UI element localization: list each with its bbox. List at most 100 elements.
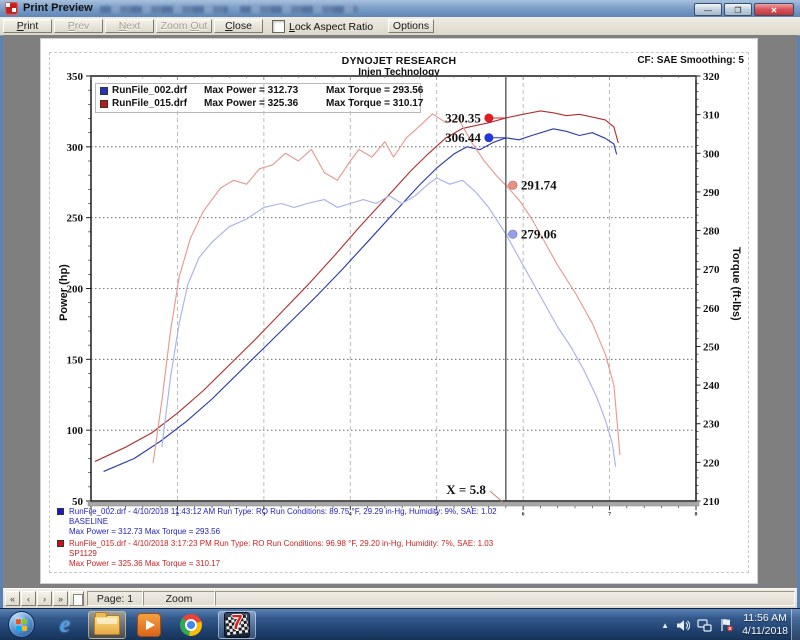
internet-explorer-icon: e — [60, 614, 71, 636]
svg-text:150: 150 — [67, 354, 84, 366]
svg-text:320: 320 — [703, 71, 720, 83]
svg-text:8: 8 — [695, 512, 698, 518]
start-button[interactable] — [8, 611, 35, 638]
run-annotation-baseline: RunFile_002.drf - 4/10/2018 11:43:12 AM … — [57, 507, 497, 537]
statusbar-empty-section — [215, 591, 795, 606]
legend-max-torque: Max Torque = 293.56 — [326, 85, 423, 96]
restore-button[interactable]: ❐ — [724, 3, 752, 16]
taskbar-clock[interactable]: 11:56 AM 4/11/2018 — [742, 612, 788, 638]
svg-text:350: 350 — [67, 71, 84, 83]
run-annotation-sp1129: RunFile_015.drf - 4/10/2018 3:17:23 PM R… — [57, 539, 493, 569]
statusbar-zoom-section: Zoom — [143, 591, 215, 606]
annotation-line: BASELINE — [69, 517, 497, 527]
clock-date: 4/11/2018 — [742, 625, 788, 638]
print-button[interactable]: Print — [3, 19, 52, 33]
annotation-line: RunFile_002.drf - 4/10/2018 11:43:12 AM … — [69, 507, 497, 517]
chrome-icon — [180, 614, 202, 636]
network-icon[interactable] — [697, 619, 712, 632]
taskbar-item-explorer[interactable] — [88, 611, 126, 639]
taskbar-item-winpep[interactable]: 7 — [218, 611, 256, 639]
close-preview-button[interactable]: Close — [214, 19, 263, 33]
svg-text:220: 220 — [703, 457, 720, 469]
svg-text:279.06: 279.06 — [521, 227, 557, 242]
checkbox-box[interactable] — [272, 20, 285, 33]
page-setup-button[interactable] — [69, 591, 84, 606]
svg-text:300: 300 — [703, 148, 720, 160]
svg-text:290: 290 — [703, 187, 720, 199]
annotation-line: Max Power = 312.73 Max Torque = 293.56 — [69, 527, 497, 537]
statusbar-page-section: Page: 1 — [87, 591, 143, 606]
lock-aspect-ratio-label: Lock Aspect Ratio — [289, 21, 373, 33]
chart-svg: 5010015020025030035021022023024025026027… — [41, 39, 759, 588]
page-icon — [73, 594, 83, 606]
print-preview-window: Print Preview — ❐ ✕ Print Prev Next Zoom… — [0, 0, 800, 608]
windows-logo-icon — [16, 619, 28, 631]
media-player-icon — [137, 613, 161, 637]
toolbar: Print Prev Next Zoom Out Close Lock Aspe… — [0, 17, 800, 36]
zoom-out-button[interactable]: Zoom Out — [156, 19, 212, 33]
svg-text:270: 270 — [703, 264, 720, 276]
svg-text:310: 310 — [703, 110, 720, 122]
annotation-line: Max Power = 325.36 Max Torque = 310.17 — [69, 559, 493, 569]
statusbar: « ‹ › » Page: 1 Zoom — [3, 588, 797, 609]
minimize-button[interactable]: — — [694, 3, 722, 16]
titlebar: Print Preview — ❐ ✕ — [0, 0, 800, 18]
screen: Print Preview — ❐ ✕ Print Prev Next Zoom… — [0, 0, 800, 640]
window-title: Print Preview — [23, 2, 93, 14]
folder-icon — [94, 615, 120, 635]
legend-max-torque: Max Torque = 310.17 — [326, 98, 423, 109]
svg-text:291.74: 291.74 — [521, 178, 557, 193]
svg-text:250: 250 — [67, 213, 84, 225]
winpep-app-icon — [5, 2, 18, 15]
show-desktop-button[interactable] — [791, 609, 800, 640]
blurred-filepath-2 — [240, 6, 358, 13]
power-axis-label: Power (hp) — [58, 264, 70, 321]
chart-legend: RunFile_002.drfMax Power = 312.73Max Tor… — [95, 83, 421, 113]
svg-text:100: 100 — [67, 425, 84, 437]
svg-text:6: 6 — [522, 512, 525, 518]
svg-text:210: 210 — [703, 496, 720, 508]
taskbar-item-internet-explorer[interactable]: e — [46, 611, 84, 639]
legend-file: RunFile_015.drf — [112, 97, 204, 110]
winpep-icon: 7 — [224, 612, 250, 638]
svg-text:240: 240 — [703, 380, 720, 392]
hidden-icons-button[interactable]: ▲ — [661, 621, 669, 630]
torque-axis-label: Torque (ft-lbs) — [730, 247, 742, 321]
action-center-flag-icon[interactable] — [719, 618, 734, 632]
svg-text:250: 250 — [703, 341, 720, 353]
system-tray: ▲ — [661, 609, 734, 640]
clock-time: 11:56 AM — [742, 612, 788, 625]
legend-row: RunFile_002.drfMax Power = 312.73Max Tor… — [96, 84, 420, 97]
legend-swatch-blue — [100, 87, 108, 95]
prev-page-button[interactable]: ‹ — [21, 591, 36, 606]
lock-aspect-ratio-checkbox[interactable]: Lock Aspect Ratio — [272, 20, 373, 33]
annotation-swatch-red — [57, 540, 64, 547]
legend-row: RunFile_015.drfMax Power = 325.36Max Tor… — [96, 97, 420, 110]
svg-text:260: 260 — [703, 303, 720, 315]
next-button[interactable]: Next — [105, 19, 154, 33]
svg-text:306.44: 306.44 — [445, 130, 481, 145]
svg-text:320.35: 320.35 — [445, 111, 481, 126]
svg-text:300: 300 — [67, 142, 84, 154]
close-window-button[interactable]: ✕ — [754, 3, 794, 16]
annotation-swatch-blue — [57, 508, 64, 515]
prev-button[interactable]: Prev — [54, 19, 103, 33]
first-page-button[interactable]: « — [5, 591, 20, 606]
last-page-button[interactable]: » — [53, 591, 68, 606]
preview-workspace: DYNOJET RESEARCH Injen Technology CF: SA… — [3, 35, 797, 588]
svg-text:230: 230 — [703, 419, 720, 431]
legend-max-power: Max Power = 325.36 — [204, 97, 326, 110]
svg-text:280: 280 — [703, 226, 720, 238]
taskbar-item-chrome[interactable] — [172, 611, 210, 639]
svg-text:7: 7 — [608, 512, 611, 518]
options-button[interactable]: Options — [388, 19, 434, 33]
print-page: DYNOJET RESEARCH Injen Technology CF: SA… — [40, 38, 758, 584]
blurred-filepath — [100, 6, 228, 13]
volume-icon[interactable] — [676, 619, 690, 632]
legend-max-power: Max Power = 312.73 — [204, 84, 326, 97]
annotation-line: RunFile_015.drf - 4/10/2018 3:17:23 PM R… — [69, 539, 493, 549]
taskbar: e 7 ▲ 11:56 AM 4/11/2018 — [0, 608, 800, 640]
next-page-button[interactable]: › — [37, 591, 52, 606]
taskbar-item-media-player[interactable] — [130, 611, 168, 639]
legend-swatch-red — [100, 100, 108, 108]
